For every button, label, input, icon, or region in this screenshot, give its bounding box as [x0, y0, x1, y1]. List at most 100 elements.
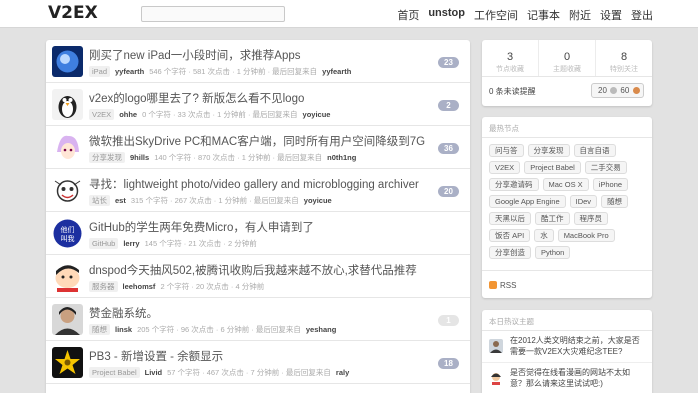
topic-item[interactable]: 他们 叫我 GitHub的学生两年免费Micro，有人申请到了 GitHub ler…: [46, 212, 470, 255]
topic-title[interactable]: PB3 - 新增设置 - 余额显示: [89, 348, 223, 364]
nav-notepad[interactable]: 记事本: [527, 7, 560, 23]
node-tag-link[interactable]: MacBook Pro: [557, 229, 615, 242]
node-tag-link[interactable]: 饭否 API: [489, 229, 531, 242]
topic-author[interactable]: est: [115, 196, 126, 205]
last-reply-user[interactable]: yoyicue: [303, 110, 331, 119]
penguin-avatar[interactable]: [52, 89, 83, 120]
shinchan-avatar[interactable]: [52, 261, 83, 292]
rss-icon: [489, 281, 497, 289]
topic-item[interactable]: PB3 - 新增设置 - 余额显示 Project Babel Livid 57 个…: [46, 341, 470, 384]
topic-title[interactable]: 微软推出SkyDrive PC和MAC客户端，同时所有用户空间降级到7G: [89, 133, 425, 149]
reply-count-badge[interactable]: 2: [438, 100, 459, 111]
hot-topic-item[interactable]: 是否觉得在线看漫画的网站不太如意？那么请来这里试试吧:): [482, 363, 652, 393]
nav-settings[interactable]: 设置: [600, 7, 622, 23]
user-avatar[interactable]: [489, 371, 503, 385]
nav-nearby[interactable]: 附近: [569, 7, 591, 23]
node-tag[interactable]: iPad: [89, 66, 111, 77]
main-nav: 首页 unstop 工作空间 记事本 附近 设置 登出: [397, 7, 653, 23]
topic-title[interactable]: dnspod今天抽风502,被腾讯收购后我越来越不放心,求替代品推荐: [89, 262, 417, 278]
anime-avatar[interactable]: [52, 132, 83, 163]
node-tag[interactable]: 随想: [89, 324, 110, 335]
node-tag[interactable]: GitHub: [89, 238, 119, 249]
topic-title[interactable]: 赞金融系统。: [89, 305, 158, 321]
node-tag-link[interactable]: 水: [534, 229, 554, 242]
last-reply-user[interactable]: yoyicue: [304, 196, 332, 205]
topic-title[interactable]: v2ex的logo哪里去了? 新版怎么看不见logo: [89, 90, 304, 106]
topic-title[interactable]: 刚买了new iPad一小段时间，求推荐Apps: [89, 47, 301, 63]
topic-title[interactable]: 寻找：lightweight photo/video gallery and m…: [89, 176, 419, 192]
node-tag-link[interactable]: 分享创造: [489, 246, 531, 259]
reply-count-badge[interactable]: 23: [438, 57, 459, 68]
topic-author[interactable]: 9hills: [130, 153, 149, 162]
person-avatar[interactable]: [52, 304, 83, 335]
node-tag-link[interactable]: Project Babel: [524, 161, 581, 174]
node-tag[interactable]: V2EX: [89, 109, 115, 120]
stat-following[interactable]: 8 特别关注: [595, 40, 652, 76]
node-tag-link[interactable]: V2EX: [489, 161, 521, 174]
nav-home[interactable]: 首页: [397, 7, 419, 23]
topic-item[interactable]: 微软推出SkyDrive PC和MAC客户端，同时所有用户空间降级到7G 分享发…: [46, 126, 470, 169]
topic-author[interactable]: leehomsf: [123, 282, 156, 291]
user-avatar[interactable]: [489, 339, 503, 353]
stat-label: 主题收藏: [553, 66, 581, 73]
topic-author[interactable]: ohhe: [119, 110, 137, 119]
rss-link[interactable]: RSS: [489, 281, 516, 290]
topic-item[interactable]: v2ex的logo哪里去了? 新版怎么看不见logo V2EX ohhe 0 个字符…: [46, 83, 470, 126]
node-tag-link[interactable]: IDev: [569, 195, 598, 208]
v2ex-logo[interactable]: V2EX: [48, 3, 98, 23]
rss-label: RSS: [500, 281, 517, 290]
node-tag-link[interactable]: 二手交易: [584, 161, 627, 174]
reply-count-badge[interactable]: 1: [438, 315, 459, 326]
stat-favorite-nodes[interactable]: 3 节点收藏: [482, 40, 538, 76]
node-tag-link[interactable]: iPhone: [592, 178, 629, 191]
cartoon-avatar[interactable]: [52, 175, 83, 206]
topic-author[interactable]: linsk: [115, 325, 132, 334]
last-reply-user[interactable]: yeshang: [306, 325, 336, 334]
topic-author[interactable]: yyfearth: [115, 67, 144, 76]
reply-count-badge[interactable]: 18: [438, 358, 459, 369]
divider: [482, 270, 652, 271]
nav-username[interactable]: unstop: [428, 7, 465, 23]
node-tag-link[interactable]: 程序员: [573, 212, 608, 225]
topic-item[interactable]: 赞金融系统。 随想 linsk 205 个字符 · 96 次点击 · 6 分钟前 ·…: [46, 298, 470, 341]
node-tag-link[interactable]: 问与答: [489, 144, 524, 157]
node-tag[interactable]: Project Babel: [89, 367, 140, 378]
node-tag[interactable]: 站长: [89, 195, 110, 206]
stat-favorite-topics[interactable]: 0 主题收藏: [538, 40, 595, 76]
reply-count-badge[interactable]: 36: [438, 143, 459, 154]
topic-title[interactable]: GitHub的学生两年免费Micro，有人申请到了: [89, 219, 314, 235]
search-input[interactable]: [141, 6, 285, 22]
node-tag[interactable]: 分享发现: [89, 152, 125, 163]
topic-item[interactable]: dnspod今天抽风502,被腾讯收购后我越来越不放心,求替代品推荐 服务器 le…: [46, 255, 470, 298]
nav-logout[interactable]: 登出: [631, 7, 653, 23]
reply-count-badge[interactable]: 20: [438, 186, 459, 197]
topic-author[interactable]: Livid: [145, 368, 163, 377]
balance-badge[interactable]: 20 60: [591, 83, 644, 98]
ipad-avatar[interactable]: [52, 46, 83, 77]
node-tag-link[interactable]: 分享发现: [527, 144, 570, 157]
node-tag-link[interactable]: Google App Engine: [489, 195, 566, 208]
node-tag[interactable]: 服务器: [89, 281, 118, 292]
node-tag-link[interactable]: 酷工作: [535, 212, 570, 225]
node-tag-link[interactable]: Mac OS X: [542, 178, 589, 191]
topic-item[interactable]: 刚买了new iPad一小段时间，求推荐Apps iPad yyfearth 546…: [46, 40, 470, 83]
node-tag-link[interactable]: 分享邀请码: [489, 178, 539, 191]
hot-topic-title[interactable]: 在2012人类文明结束之前，大家是否需要一款V2EX大灾难纪念TEE?: [510, 335, 645, 357]
blue-circle-avatar[interactable]: 他们 叫我: [52, 218, 83, 249]
unread-notifications-link[interactable]: 0 条未读提醒: [489, 86, 536, 97]
nav-workspace[interactable]: 工作空间: [474, 7, 518, 23]
node-tag-link[interactable]: 随想: [601, 195, 629, 208]
last-reply-user[interactable]: n0th1ng: [327, 153, 356, 162]
node-tag-link[interactable]: 天黑以后: [489, 212, 531, 225]
hot-topic-title[interactable]: 是否觉得在线看漫画的网站不太如意？那么请来这里试试吧:): [510, 367, 645, 389]
hot-nodes-list: 问与答 分享发现 自言自语 V2EX Project Babel 二手交易 分享…: [482, 138, 652, 259]
hot-topic-item[interactable]: 在2012人类文明结束之前，大家是否需要一款V2EX大灾难纪念TEE?: [482, 331, 652, 363]
last-reply-user[interactable]: raly: [336, 368, 349, 377]
topic-item[interactable]: 寻找：lightweight photo/video gallery and m…: [46, 169, 470, 212]
node-tag-link[interactable]: 自言自语: [573, 144, 616, 157]
topic-meta: 随想 linsk 205 个字符 · 96 次点击 · 6 分钟前 · 最后回复来自…: [89, 324, 336, 335]
node-tag-link[interactable]: Python: [535, 246, 571, 259]
star-avatar[interactable]: [52, 347, 83, 378]
last-reply-user[interactable]: yyfearth: [322, 67, 351, 76]
topic-author[interactable]: lerry: [123, 239, 139, 248]
